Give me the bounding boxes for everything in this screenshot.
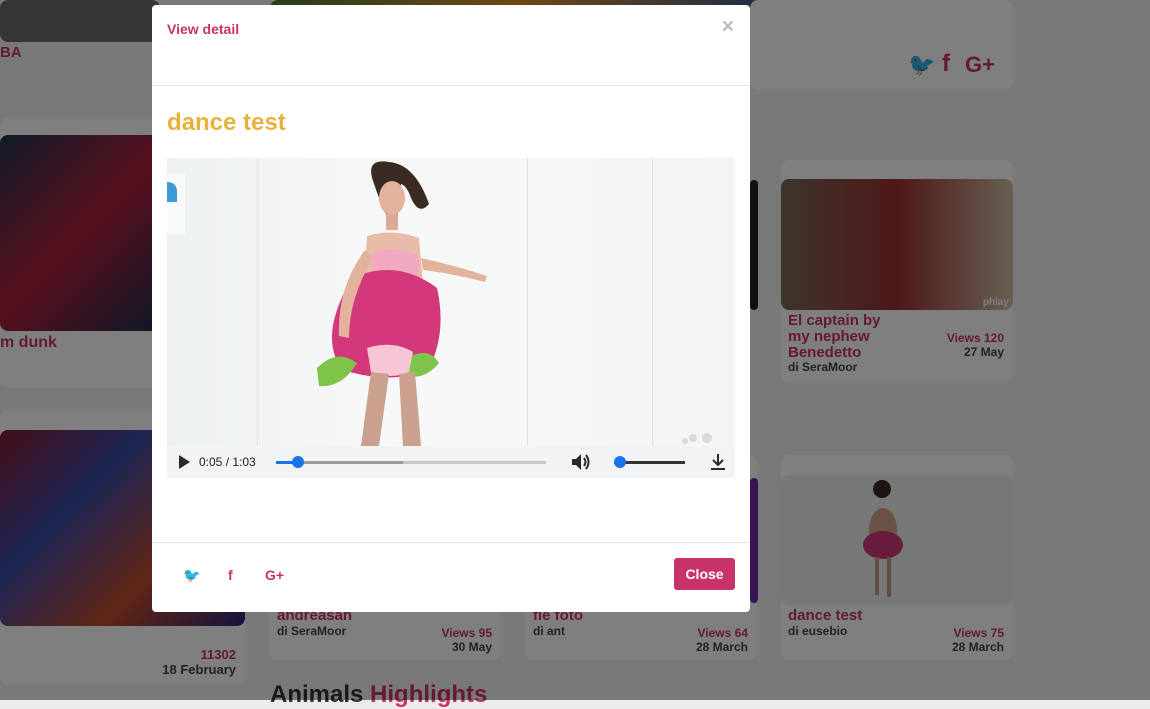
modal-header: View detail × xyxy=(152,5,750,86)
download-icon[interactable] xyxy=(710,453,726,476)
volume-icon[interactable] xyxy=(570,452,592,477)
progress-slider[interactable] xyxy=(276,456,546,468)
time-display: 0:05 / 1:03 xyxy=(199,455,256,469)
video-title: dance test xyxy=(167,109,286,136)
twitter-icon[interactable]: 🐦 xyxy=(183,567,200,584)
play-icon[interactable] xyxy=(177,454,191,475)
google-plus-icon[interactable]: G+ xyxy=(265,567,284,583)
volume-thumb[interactable] xyxy=(613,456,626,468)
video-player[interactable]: 0:05 / 1:03 xyxy=(167,158,735,478)
modal-title: View detail xyxy=(167,21,240,37)
modal-footer: 🐦 f G+ Close xyxy=(152,542,750,613)
video-frame[interactable] xyxy=(167,158,735,446)
video-frame-image xyxy=(167,158,712,446)
close-icon[interactable]: × xyxy=(722,15,734,39)
volume-slider[interactable] xyxy=(613,456,685,468)
video-controls: 0:05 / 1:03 xyxy=(167,446,735,478)
facebook-icon[interactable]: f xyxy=(228,567,233,583)
view-detail-modal: View detail × dance test 0:05 / 1:03 🐦 f… xyxy=(152,5,750,612)
progress-thumb[interactable] xyxy=(291,456,304,468)
close-button[interactable]: Close xyxy=(674,558,735,590)
